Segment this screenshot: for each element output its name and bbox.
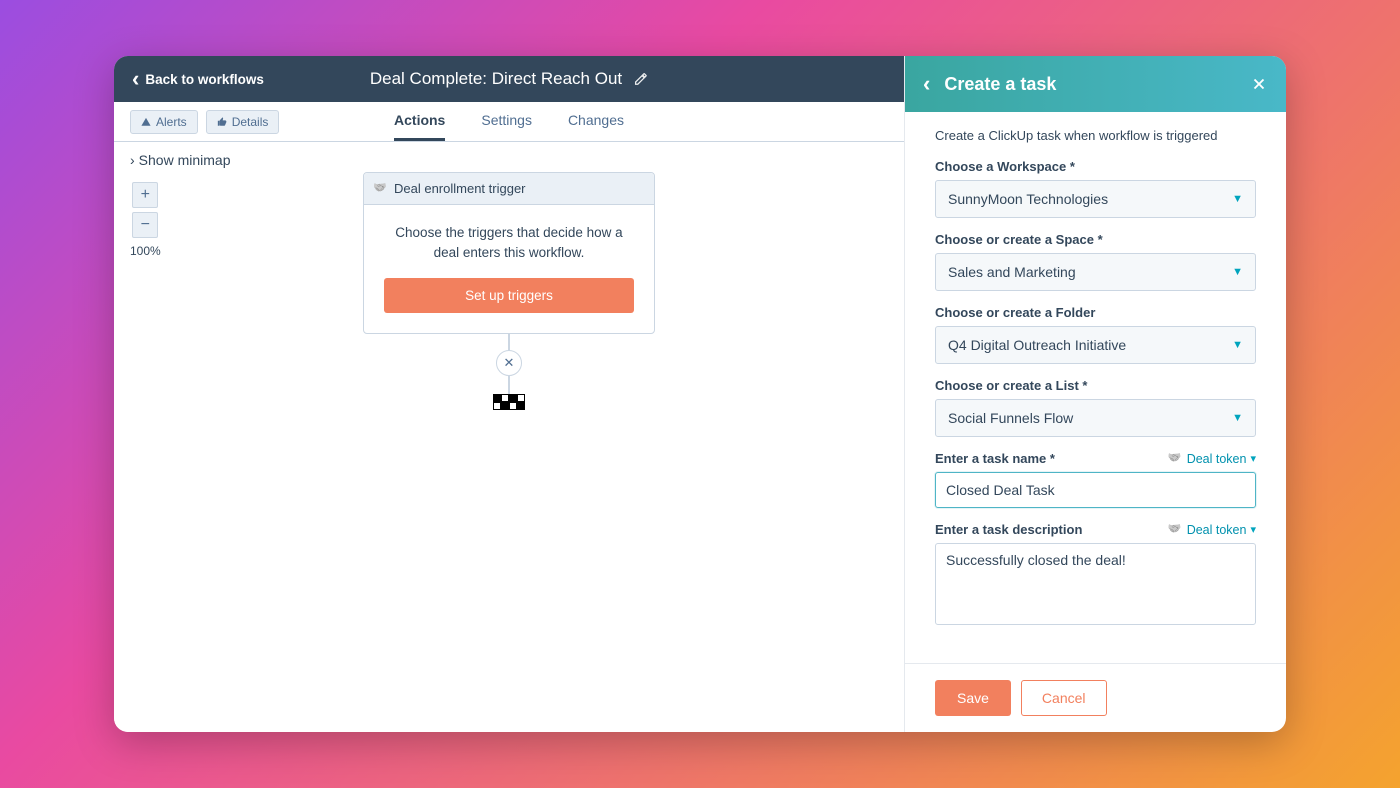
finish-flag-icon (493, 394, 525, 410)
space-select[interactable]: Sales and Marketing ▼ (935, 253, 1256, 291)
workflow-title-text: Deal Complete: Direct Reach Out (370, 69, 622, 89)
tabs: Actions Settings Changes (394, 102, 624, 141)
set-up-triggers-button[interactable]: Set up triggers (384, 278, 634, 313)
panel-close-icon[interactable] (1250, 75, 1268, 93)
connector-line-2 (508, 376, 510, 394)
field-workspace: Choose a Workspace * SunnyMoon Technolog… (935, 159, 1256, 218)
trigger-card[interactable]: Deal enrollment trigger Choose the trigg… (363, 172, 655, 334)
details-label: Details (232, 115, 269, 129)
caret-down-icon: ▼ (1232, 193, 1243, 205)
remove-node-button[interactable]: ✕ (496, 350, 522, 376)
task-name-label: Enter a task name * (935, 451, 1055, 466)
handshake-icon (1169, 525, 1183, 535)
field-folder: Choose or create a Folder Q4 Digital Out… (935, 305, 1256, 364)
workflow-title: Deal Complete: Direct Reach Out (370, 69, 648, 89)
panel-description: Create a ClickUp task when workflow is t… (935, 128, 1256, 143)
panel-header: ‹ Create a task (905, 56, 1286, 112)
save-button[interactable]: Save (935, 680, 1011, 716)
list-select[interactable]: Social Funnels Flow ▼ (935, 399, 1256, 437)
deal-token-link[interactable]: Deal token ▾ (1169, 452, 1256, 466)
field-task-name: Enter a task name * Deal token ▾ (935, 451, 1256, 508)
panel-footer: Save Cancel (905, 663, 1286, 732)
caret-down-icon: ▼ (1232, 266, 1243, 278)
task-description-input[interactable] (935, 543, 1256, 625)
workflow-canvas[interactable]: › Show minimap + − 100% Deal enrollment … (114, 142, 904, 732)
task-desc-label: Enter a task description (935, 522, 1082, 537)
caret-down-icon: ▼ (1232, 412, 1243, 424)
field-list: Choose or create a List * Social Funnels… (935, 378, 1256, 437)
app-window: Back to workflows Deal Complete: Direct … (114, 56, 1286, 732)
workspace-select[interactable]: SunnyMoon Technologies ▼ (935, 180, 1256, 218)
tab-changes[interactable]: Changes (568, 102, 624, 141)
panel-back-icon[interactable]: ‹ (923, 73, 930, 95)
panel-title: Create a task (944, 74, 1236, 95)
back-label: Back to workflows (145, 72, 264, 87)
trigger-head-label: Deal enrollment trigger (394, 181, 526, 196)
trigger-text: Choose the triggers that decide how a de… (382, 223, 636, 264)
back-to-workflows-link[interactable]: Back to workflows (132, 68, 264, 90)
pencil-icon[interactable] (634, 72, 648, 86)
toolbar: Alerts Details Actions Settings Changes (114, 102, 904, 142)
tab-settings[interactable]: Settings (481, 102, 532, 141)
folder-select[interactable]: Q4 Digital Outreach Initiative ▼ (935, 326, 1256, 364)
list-value: Social Funnels Flow (948, 410, 1073, 426)
workspace-label: Choose a Workspace * (935, 159, 1256, 174)
panel-body: Create a ClickUp task when workflow is t… (905, 112, 1286, 663)
alerts-button[interactable]: Alerts (130, 110, 198, 134)
trigger-card-body: Choose the triggers that decide how a de… (364, 205, 654, 333)
thumbs-up-icon (217, 117, 227, 127)
deal-token-link[interactable]: Deal token ▾ (1169, 523, 1256, 537)
handshake-icon (374, 184, 388, 194)
cancel-button[interactable]: Cancel (1021, 680, 1107, 716)
tab-actions[interactable]: Actions (394, 102, 445, 141)
caret-down-icon: ▼ (1232, 339, 1243, 351)
trigger-card-header: Deal enrollment trigger (364, 173, 654, 205)
chevron-left-icon (132, 68, 139, 90)
workspace-value: SunnyMoon Technologies (948, 191, 1108, 207)
main-area: Back to workflows Deal Complete: Direct … (114, 56, 904, 732)
side-panel: ‹ Create a task Create a ClickUp task wh… (904, 56, 1286, 732)
handshake-icon (1169, 454, 1183, 464)
space-value: Sales and Marketing (948, 264, 1076, 280)
field-space: Choose or create a Space * Sales and Mar… (935, 232, 1256, 291)
details-button[interactable]: Details (206, 110, 280, 134)
alerts-label: Alerts (156, 115, 187, 129)
folder-value: Q4 Digital Outreach Initiative (948, 337, 1126, 353)
caret-down-icon: ▾ (1250, 523, 1256, 536)
alert-icon (141, 117, 151, 127)
space-label: Choose or create a Space * (935, 232, 1256, 247)
list-label: Choose or create a List * (935, 378, 1256, 393)
topbar: Back to workflows Deal Complete: Direct … (114, 56, 904, 102)
task-name-input[interactable] (935, 472, 1256, 508)
folder-label: Choose or create a Folder (935, 305, 1256, 320)
caret-down-icon: ▾ (1250, 452, 1256, 465)
field-task-description: Enter a task description Deal token ▾ (935, 522, 1256, 630)
